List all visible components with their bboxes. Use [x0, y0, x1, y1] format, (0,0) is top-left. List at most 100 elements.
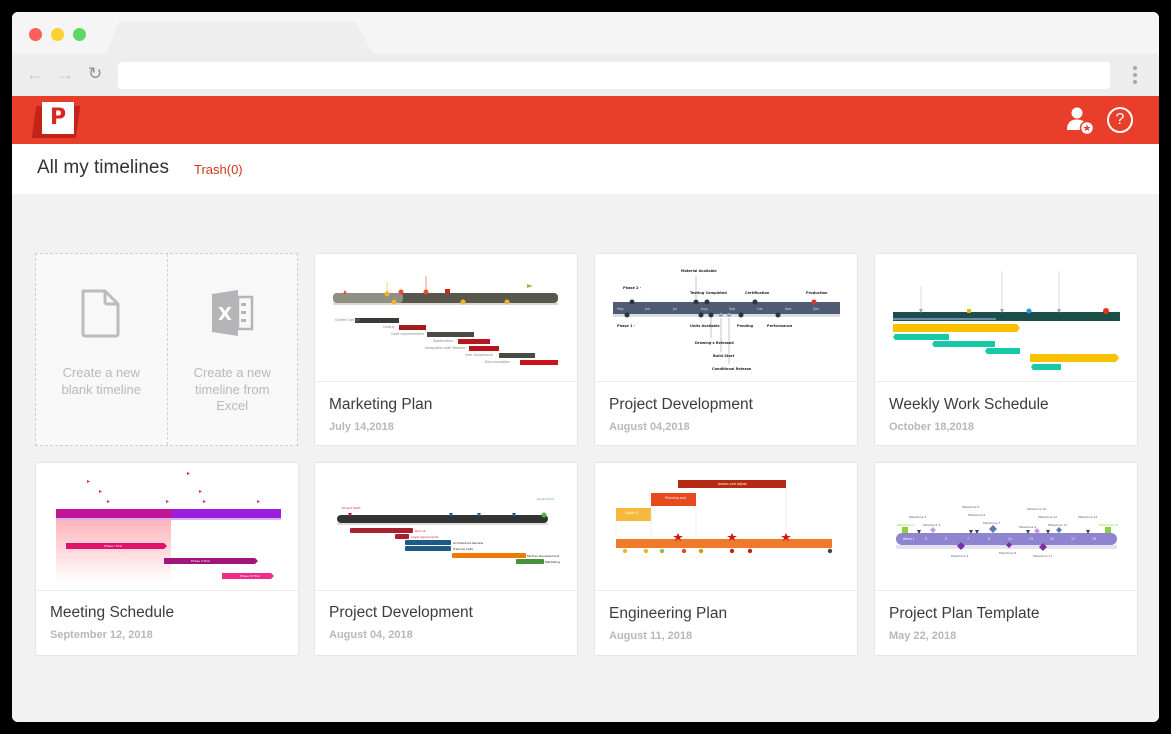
- svg-text:Coding: Coding: [383, 325, 395, 329]
- svg-text:System Design: System Design: [335, 318, 360, 322]
- svg-text:Milestone 15: Milestone 15: [1099, 523, 1118, 527]
- svg-text:15: 15: [1050, 537, 1054, 541]
- minimize-window-button[interactable]: [51, 28, 64, 41]
- svg-text:5: 5: [945, 537, 947, 541]
- svg-text:Milestone 11: Milestone 11: [1033, 554, 1052, 558]
- create-from-excel-button[interactable]: X Create a new timeline from Excel: [166, 254, 298, 445]
- timeline-thumbnail: Project Start Project End Recruit Legal …: [315, 463, 577, 591]
- svg-text:Milestone 2: Milestone 2: [909, 515, 926, 519]
- svg-text:Milestone 8: Milestone 8: [999, 551, 1016, 555]
- timeline-date: August 04, 2018: [329, 629, 413, 641]
- svg-text:Documentation: Documentation: [485, 360, 510, 364]
- timeline-title: Weekly Work Schedule: [889, 396, 1049, 413]
- svg-text:Architecture Review: Architecture Review: [453, 541, 484, 545]
- maximize-window-button[interactable]: [73, 28, 86, 41]
- timeline-title: Project Plan Template: [889, 605, 1040, 622]
- timeline-card[interactable]: Week 1 3 5 7 9 11 13 15 17 19 Milestone 2 Milest…: [874, 462, 1138, 656]
- svg-text:Milestone 9: Milestone 9: [1019, 525, 1036, 529]
- svg-text:Milestone 3: Milestone 3: [923, 523, 940, 527]
- timeline-date: May 22, 2018: [889, 630, 957, 642]
- svg-text:Planning and: Planning and: [665, 496, 686, 500]
- svg-text:Quote &: Quote &: [625, 511, 639, 515]
- svg-text:Integration with Website: Integration with Website: [425, 346, 465, 350]
- svg-text:9: 9: [988, 537, 990, 541]
- timeline-card[interactable]: Material Available Phase 2 - Testing Compl…: [594, 253, 858, 446]
- timeline-title: Project Development: [609, 396, 753, 413]
- browser-menu-icon[interactable]: [1133, 66, 1137, 87]
- svg-text:7: 7: [967, 537, 969, 541]
- forward-icon[interactable]: →: [56, 64, 74, 84]
- svg-text:17: 17: [1071, 537, 1075, 541]
- svg-text:Units Available: Units Available: [690, 324, 720, 328]
- svg-text:Aug: Aug: [701, 307, 707, 311]
- svg-text:Recruit: Recruit: [415, 529, 426, 533]
- svg-text:Project Start: Project Start: [342, 506, 361, 510]
- svg-text:Phase I Trial: Phase I Trial: [104, 544, 122, 548]
- account-settings-icon[interactable]: [1065, 106, 1095, 136]
- app-header: P ?: [12, 96, 1159, 144]
- svg-text:Build Start: Build Start: [713, 354, 735, 358]
- svg-text:Milestone 5: Milestone 5: [962, 505, 979, 509]
- svg-text:3: 3: [925, 537, 927, 541]
- svg-text:Milestone 10: Milestone 10: [1027, 507, 1046, 511]
- timeline-title: Marketing Plan: [329, 396, 433, 413]
- svg-text:Milestone 4: Milestone 4: [951, 554, 968, 558]
- timeline-card[interactable]: Weekly Work Schedule October 18,2018: [874, 253, 1138, 446]
- svg-text:Milestone 14: Milestone 14: [1078, 515, 1097, 519]
- browser-toolbar: ← → ↻: [12, 54, 1159, 96]
- help-icon[interactable]: ?: [1107, 107, 1133, 133]
- svg-text:11: 11: [1008, 537, 1012, 541]
- trash-link[interactable]: Trash(0): [194, 162, 243, 177]
- svg-text:Drawing's Released: Drawing's Released: [695, 341, 734, 345]
- svg-text:Production: Production: [806, 291, 828, 295]
- page-title: All my timelines: [37, 157, 169, 178]
- tab-strip: [12, 12, 1159, 58]
- browser-tab[interactable]: [105, 22, 375, 58]
- timeline-date: September 12, 2018: [50, 629, 153, 641]
- timeline-thumbnail: Material Available Phase 2 - Testing Compl…: [595, 254, 857, 382]
- svg-text:Milestone 6: Milestone 6: [968, 513, 985, 517]
- svg-text:Certification: Certification: [745, 291, 770, 295]
- svg-text:May: May: [617, 307, 624, 311]
- timeline-thumbnail: Assess and Adjust Planning and Quote &: [595, 463, 857, 591]
- timeline-title: Project Development: [329, 604, 473, 621]
- create-excel-label: Create a new timeline from Excel: [193, 365, 271, 413]
- timeline-card[interactable]: System Design Coding Code Improvements Sta…: [314, 253, 578, 446]
- svg-text:User Acceptance: User Acceptance: [465, 353, 493, 357]
- svg-text:Training Calls: Training Calls: [452, 547, 473, 551]
- svg-text:Pending: Pending: [737, 324, 754, 328]
- svg-text:Legal Agreements: Legal Agreements: [411, 535, 439, 539]
- svg-text:Stabilization: Stabilization: [433, 339, 453, 343]
- timeline-date: October 18,2018: [889, 421, 974, 433]
- svg-text:Project End: Project End: [537, 497, 554, 501]
- logo-letter: P: [42, 102, 74, 134]
- timeline-card[interactable]: Phase I Trial Phase II Trial Phase III Tri…: [35, 462, 299, 656]
- svg-text:Nov: Nov: [785, 307, 791, 311]
- svg-text:Assess and Adjust: Assess and Adjust: [718, 482, 748, 486]
- close-window-button[interactable]: [29, 28, 42, 41]
- timeline-thumbnail: Phase I Trial Phase II Trial Phase III Tri…: [36, 463, 298, 591]
- back-icon[interactable]: ←: [26, 64, 44, 84]
- reload-icon[interactable]: ↻: [88, 64, 102, 84]
- timeline-thumbnail: Week 1 3 5 7 9 11 13 15 17 19 Milestone 2 Milest…: [875, 463, 1137, 591]
- svg-text:Marketing: Marketing: [545, 560, 560, 564]
- address-bar[interactable]: [118, 62, 1110, 89]
- create-timeline-panel: Create a new blank timeline X Create a n…: [35, 253, 298, 446]
- svg-text:Partner Development: Partner Development: [527, 554, 560, 558]
- svg-text:13: 13: [1029, 537, 1033, 541]
- svg-text:Sep: Sep: [729, 307, 735, 311]
- svg-text:Oct: Oct: [757, 307, 763, 311]
- timeline-thumbnail: [875, 254, 1137, 382]
- timelines-grid: Create a new blank timeline X Create a n…: [12, 194, 1159, 722]
- timeline-card[interactable]: Project Start Project End Recruit Legal …: [314, 462, 578, 656]
- svg-text:Phase 2 -: Phase 2 -: [623, 286, 642, 290]
- svg-text:Code Improvements: Code Improvements: [391, 332, 425, 336]
- timeline-date: July 14,2018: [329, 421, 394, 433]
- create-blank-timeline-button[interactable]: Create a new blank timeline: [36, 254, 167, 445]
- timeline-date: August 04,2018: [609, 421, 690, 433]
- timeline-card[interactable]: Assess and Adjust Planning and Quote & Eng…: [594, 462, 858, 656]
- app-logo[interactable]: P: [31, 102, 81, 138]
- timeline-title: Meeting Schedule: [50, 604, 175, 621]
- svg-text:Phase 1 -: Phase 1 -: [617, 324, 636, 328]
- svg-text:19: 19: [1092, 537, 1096, 541]
